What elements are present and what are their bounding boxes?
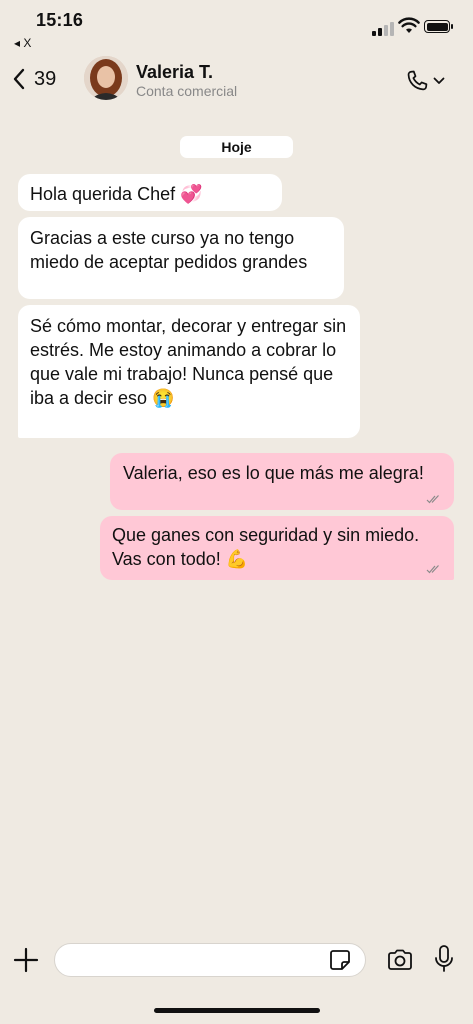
message-incoming[interactable]: Hola querida Chef 💞 [18, 174, 282, 211]
phone-icon [407, 70, 428, 91]
back-button[interactable]: 39 [12, 64, 56, 94]
crying-face-emoji-icon: 😭 [152, 388, 175, 408]
message-text: Sé cómo montar, decorar y entregar sin e… [30, 316, 347, 408]
status-bar: 15:16 ◂ X [0, 0, 473, 52]
message-composer [0, 934, 473, 986]
status-time: 15:16 [36, 10, 84, 30]
double-check-read-icon [426, 495, 439, 504]
message-text: Valeria, eso es lo que más me alegra! [123, 463, 424, 483]
contact-name[interactable]: Valeria T. [136, 62, 213, 83]
avatar[interactable] [84, 56, 128, 100]
flexed-biceps-emoji-icon: 💪 [225, 549, 249, 569]
microphone-icon[interactable] [432, 944, 456, 974]
two-hearts-emoji-icon: 💞 [180, 184, 203, 204]
unread-count: 39 [34, 67, 57, 90]
message-text: Que ganes con seguridad y sin miedo. Vas… [112, 525, 420, 569]
message-incoming[interactable]: Gracias a este curso ya no tengo miedo d… [18, 217, 344, 299]
chevron-down-icon [433, 77, 445, 84]
plus-icon[interactable] [12, 946, 40, 974]
home-indicator[interactable] [154, 1008, 320, 1013]
call-button[interactable] [404, 66, 450, 96]
sticker-icon[interactable] [328, 948, 352, 972]
contact-subtitle: Conta comercial [136, 83, 238, 99]
message-text: Hola querida Chef [30, 184, 176, 204]
message-incoming[interactable]: Sé cómo montar, decorar y entregar sin e… [18, 305, 360, 438]
back-to-app-link[interactable]: ◂ X [14, 36, 31, 50]
cellular-signal-icon [372, 22, 396, 36]
message-outgoing[interactable]: Valeria, eso es lo que más me alegra! [110, 453, 454, 510]
message-text: Gracias a este curso ya no tengo miedo d… [30, 228, 308, 272]
message-outgoing[interactable]: Que ganes con seguridad y sin miedo. Vas… [100, 516, 454, 580]
chevron-left-icon [13, 68, 25, 90]
double-check-read-icon [426, 565, 439, 574]
wifi-icon [398, 17, 420, 33]
chat-header: 39 Valeria T. Conta comercial [0, 52, 473, 116]
battery-icon [424, 20, 453, 33]
date-separator: Hoje [180, 136, 293, 158]
camera-icon[interactable] [386, 946, 414, 974]
message-input[interactable] [54, 943, 366, 977]
